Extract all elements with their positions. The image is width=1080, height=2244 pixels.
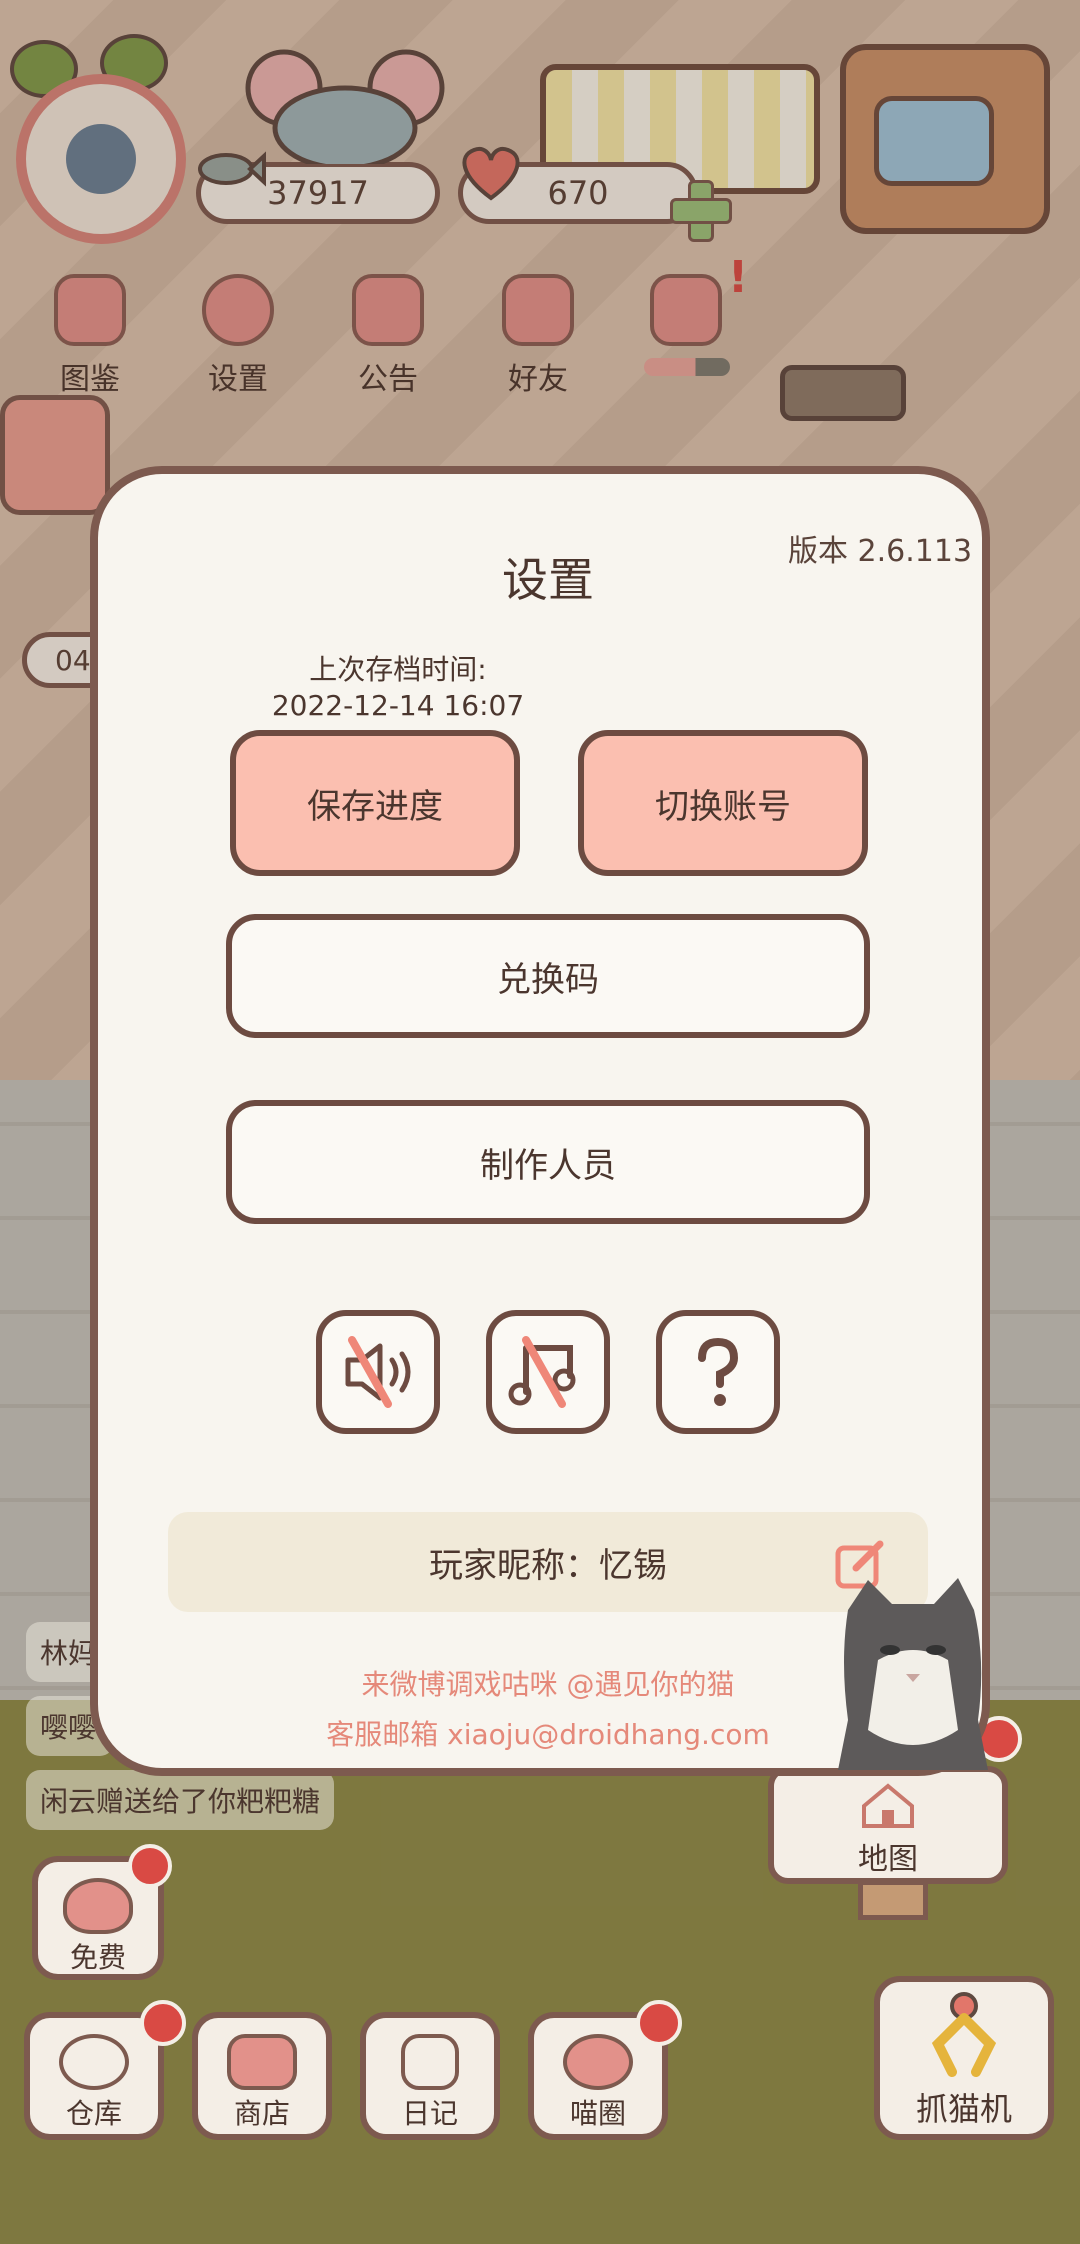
- claw-label: 抓猫机: [915, 2090, 1012, 2128]
- save-progress-button[interactable]: 保存进度: [230, 730, 520, 876]
- switch-account-button[interactable]: 切换账号: [578, 730, 868, 876]
- house-icon: [862, 1783, 914, 1828]
- music-toggle-button[interactable]: [486, 1310, 610, 1434]
- chat-text-2: 嘤嘤: [40, 1711, 97, 1744]
- last-save-time: 2022-12-14 16:07: [271, 689, 525, 722]
- free-label: 免费: [69, 1941, 126, 1974]
- redeem-code-button[interactable]: 兑换码: [226, 914, 870, 1038]
- switch-account-label: 切换账号: [655, 786, 791, 827]
- cat-circle-badge: [636, 2000, 682, 2046]
- music-muted-icon: [508, 1336, 576, 1408]
- cat-circle-label: 喵圈: [569, 2097, 626, 2130]
- map-button[interactable]: 地图: [768, 1766, 1008, 1884]
- help-icon: [698, 1337, 739, 1406]
- basket-icon: [59, 2034, 129, 2090]
- redeem-code-label: 兑换码: [497, 959, 599, 1000]
- diary-label: 日记: [401, 2097, 458, 2130]
- credits-label: 制作人员: [480, 1145, 616, 1186]
- version-label: 版本 2.6.113: [788, 534, 973, 569]
- shop-label: 商店: [233, 2097, 290, 2130]
- warehouse-label: 仓库: [65, 2097, 122, 2130]
- shop-icon: [227, 2034, 297, 2090]
- sound-muted-icon: [345, 1336, 411, 1408]
- claw-icon: [931, 1992, 997, 2077]
- nickname-field[interactable]: 玩家昵称：忆锡: [168, 1512, 928, 1612]
- notebook-icon: [401, 2034, 459, 2090]
- claw-machine-button[interactable]: 抓猫机: [874, 1976, 1054, 2140]
- chat-line-3: 闲云赠送给了你粑粑糖: [26, 1770, 335, 1830]
- map-label: 地图: [858, 1842, 918, 1877]
- shop-button[interactable]: 商店: [192, 2012, 332, 2140]
- last-save-info: 上次存档时间: 2022-12-14 16:07: [248, 652, 548, 724]
- chat-text-3: 闲云赠送给了你粑粑糖: [40, 1785, 321, 1818]
- help-button[interactable]: [656, 1310, 780, 1434]
- credits-button[interactable]: 制作人员: [226, 1100, 870, 1224]
- nickname-text: 玩家昵称：忆锡: [429, 1545, 667, 1586]
- last-save-label: 上次存档时间:: [309, 653, 487, 686]
- heart-icon: [63, 1878, 133, 1934]
- diary-button[interactable]: 日记: [360, 2012, 500, 2140]
- free-badge: [128, 1844, 172, 1888]
- sound-toggle-button[interactable]: [316, 1310, 440, 1434]
- planet-cat-icon: [563, 2034, 633, 2090]
- cat-photo: [838, 1578, 988, 1770]
- sign-post: [858, 1880, 928, 1920]
- chat-text-1: 林妈: [40, 1637, 97, 1670]
- warehouse-badge: [140, 2000, 186, 2046]
- save-progress-label: 保存进度: [307, 786, 443, 827]
